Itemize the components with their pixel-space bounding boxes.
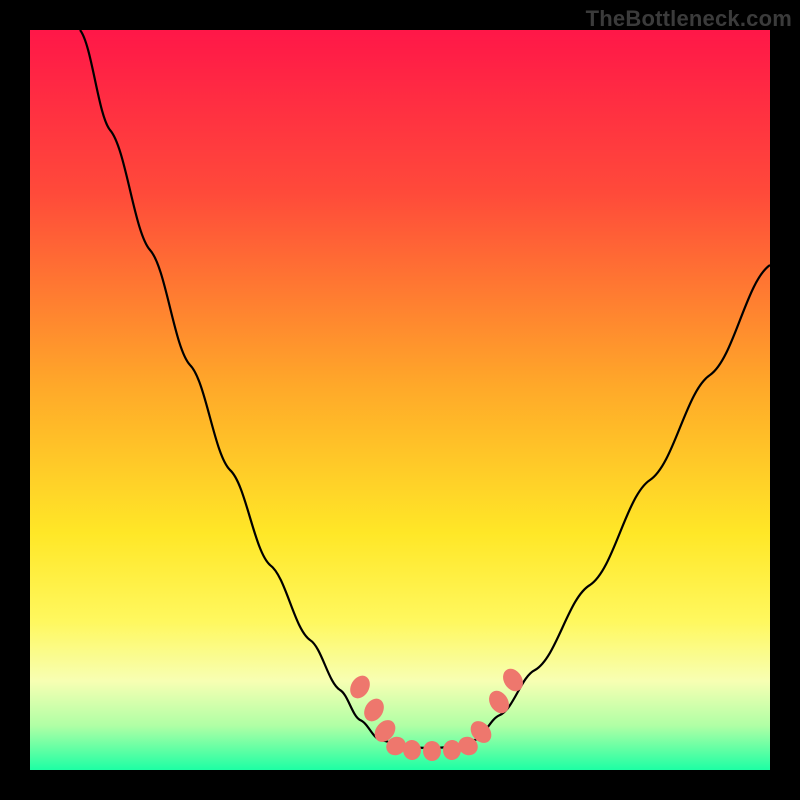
curve-right bbox=[475, 265, 770, 740]
chart-svg bbox=[30, 30, 770, 770]
valley-marker bbox=[499, 665, 527, 695]
valley-marker bbox=[360, 695, 388, 725]
valley-marker bbox=[485, 687, 513, 717]
watermark-text: TheBottleneck.com bbox=[586, 6, 792, 32]
valley-marker bbox=[423, 741, 441, 761]
chart-frame: TheBottleneck.com bbox=[0, 0, 800, 800]
curve-left bbox=[80, 30, 380, 740]
valley-markers bbox=[346, 665, 527, 761]
plot-area bbox=[30, 30, 770, 770]
valley-marker bbox=[346, 672, 374, 702]
